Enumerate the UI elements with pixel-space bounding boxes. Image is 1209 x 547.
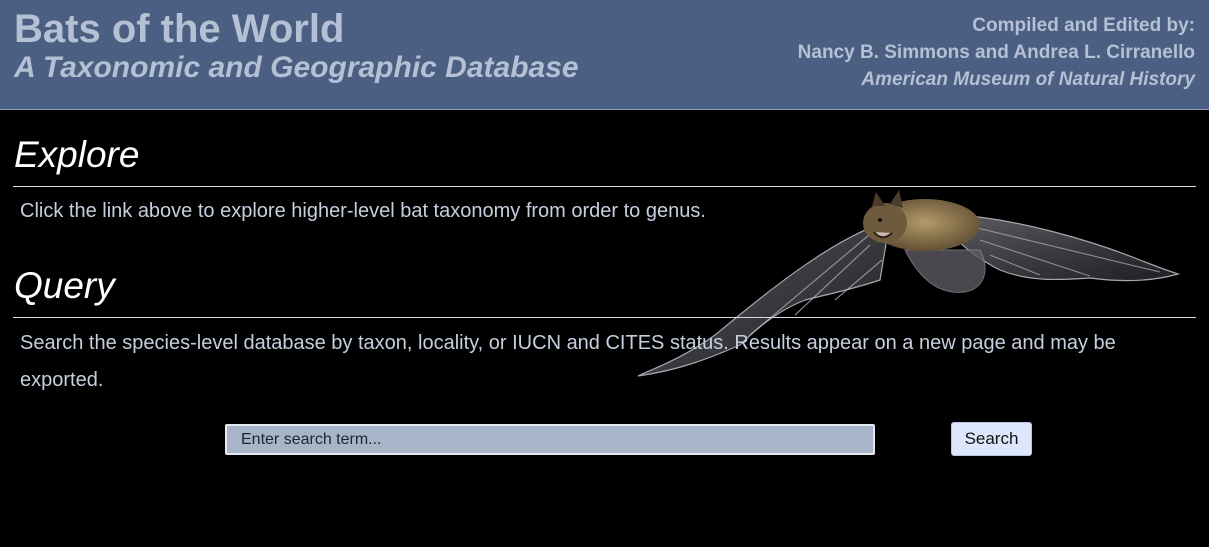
credits-label: Compiled and Edited by: (972, 15, 1195, 36)
query-description: Search the species-level database by tax… (20, 332, 1116, 391)
site-subtitle: A Taxonomic and Geographic Database (14, 51, 579, 84)
explore-divider (13, 186, 1196, 187)
institution-name: American Museum of Natural History (861, 69, 1195, 90)
site-title: Bats of the World (14, 7, 345, 51)
page: Bats of the World A Taxonomic and Geogra… (0, 0, 1209, 547)
editors-names: Nancy B. Simmons and Andrea L. Cirranell… (797, 42, 1195, 63)
explore-heading[interactable]: Explore (14, 135, 139, 175)
query-divider (13, 317, 1196, 318)
query-heading: Query (14, 265, 115, 306)
site-header: Bats of the World A Taxonomic and Geogra… (0, 0, 1209, 110)
credits: Compiled and Edited by: Nancy B. Simmons… (798, 12, 1195, 93)
search-input[interactable] (225, 424, 875, 455)
explore-description: Click the link above to explore higher-l… (20, 200, 706, 222)
search-button[interactable]: Search (951, 422, 1032, 456)
